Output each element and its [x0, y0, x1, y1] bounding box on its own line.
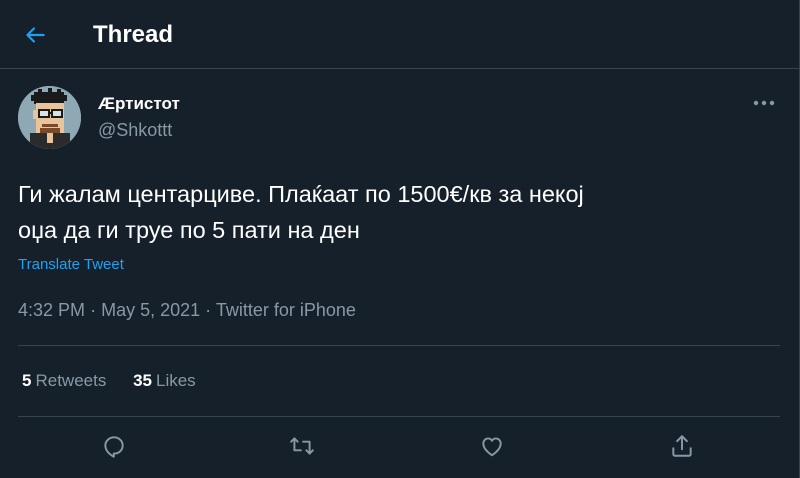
retweet-icon	[290, 437, 314, 455]
retweets-label: Retweets	[35, 371, 107, 390]
tweet-meta: 4:32 PM · May 5, 2021 · Twitter for iPho…	[18, 298, 356, 322]
pixel-art-character-avatar	[18, 86, 81, 149]
likes-stat[interactable]: 35 Likes	[133, 371, 196, 390]
like-button[interactable]	[470, 424, 514, 468]
share-icon	[672, 435, 692, 457]
back-button[interactable]	[14, 14, 56, 56]
page-title: Thread	[93, 21, 174, 48]
tweet-stats: 5 Retweets 35 Likes	[22, 370, 218, 392]
author-display-name[interactable]: Æртистот	[98, 94, 180, 114]
reply-icon	[104, 436, 124, 458]
more-horizontal-icon	[753, 100, 775, 106]
author-handle[interactable]: @Shkottt	[98, 119, 172, 141]
retweets-stat[interactable]: 5 Retweets	[22, 371, 106, 390]
tweet-time[interactable]: 4:32 PM	[18, 300, 85, 320]
meta-separator: ·	[90, 300, 97, 320]
tweet-date[interactable]: May 5, 2021	[101, 300, 200, 320]
divider	[18, 416, 780, 417]
tweet-source[interactable]: Twitter for iPhone	[216, 300, 356, 320]
reply-button[interactable]	[92, 424, 136, 468]
translate-tweet-link[interactable]: Translate Tweet	[18, 255, 124, 275]
tweet-actions	[0, 424, 800, 470]
retweet-button[interactable]	[280, 424, 324, 468]
retweets-count: 5	[22, 371, 32, 390]
likes-count: 35	[133, 371, 152, 390]
share-button[interactable]	[660, 424, 704, 468]
divider	[18, 345, 780, 346]
tweet-text: Ги жалам центарциве. Плаќаат по 1500€/кв…	[18, 176, 788, 248]
heart-icon	[482, 437, 502, 457]
tweet-text-line-1: Ги жалам центарциве. Плаќаат по 1500€/кв…	[18, 181, 584, 207]
header: Thread	[0, 0, 800, 69]
arrow-left-icon	[26, 27, 45, 43]
meta-separator: ·	[205, 300, 212, 320]
avatar[interactable]	[18, 86, 81, 149]
more-options-button[interactable]	[744, 88, 784, 118]
tweet-text-line-2: оџа да ги труе по 5 пати на ден	[18, 217, 360, 243]
likes-label: Likes	[156, 371, 196, 390]
app-window: Thread Æртистот @Shkottt Ги жалам центар…	[0, 0, 800, 478]
